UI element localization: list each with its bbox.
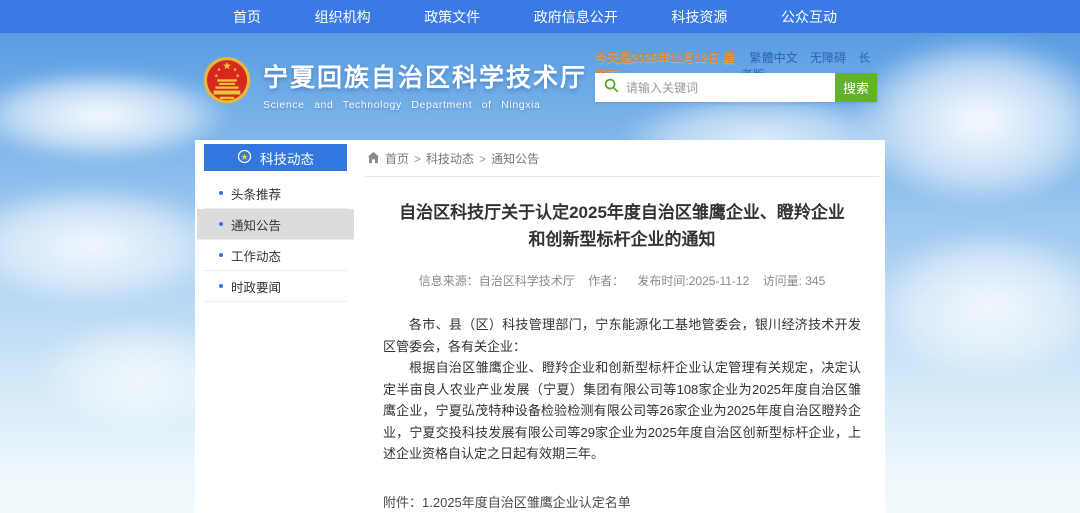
- search-box: [595, 73, 835, 102]
- article-paragraph: 根据自治区雏鹰企业、瞪羚企业和创新型标杆企业认定管理有关规定，决定认定半亩良人农…: [383, 357, 861, 465]
- article-meta: 信息来源：自治区科学技术厅 作者： 发布时间:2025-11-12 访问量: 3…: [383, 272, 861, 289]
- bullet-dot-icon: [219, 284, 223, 288]
- nav-item-interaction[interactable]: 公众互动: [781, 7, 837, 27]
- bullet-dot-icon: [219, 222, 223, 226]
- article-paragraph: 各市、县（区）科技管理部门，宁东能源化工基地管委会，银川经济技术开发区管委会，各…: [383, 314, 861, 357]
- home-icon: [367, 151, 380, 167]
- article-body: 各市、县（区）科技管理部门，宁东能源化工基地管委会，银川经济技术开发区管委会，各…: [383, 314, 861, 465]
- content-area: 首页 > 科技动态 > 通知公告 自治区科技厅关于认定2025年度自治区雏鹰企业…: [365, 140, 879, 513]
- sidebar-item-label: 工作动态: [231, 246, 281, 265]
- sidebar-item-current-affairs[interactable]: 时政要闻: [204, 271, 347, 302]
- nav-item-policy[interactable]: 政策文件: [424, 7, 480, 27]
- article-title-line1: 自治区科技厅关于认定2025年度自治区雏鹰企业、瞪羚企业: [383, 199, 861, 226]
- attachments-block: 附件： 1.2025年度自治区雏鹰企业认定名单 2.2025年度自治区瞪羚企业认…: [383, 492, 861, 513]
- breadcrumb: 首页 > 科技动态 > 通知公告: [365, 140, 879, 177]
- search-icon: [604, 78, 619, 98]
- star-circle-icon: [237, 149, 252, 167]
- meta-visits: 访问量: 345: [763, 274, 826, 288]
- search-button[interactable]: 搜索: [835, 73, 877, 102]
- breadcrumb-separator: >: [479, 152, 486, 166]
- link-accessibility[interactable]: 无障碍: [810, 51, 846, 65]
- nav-item-gov-info[interactable]: 政府信息公开: [534, 7, 618, 27]
- article-title-line2: 和创新型标杆企业的通知: [383, 226, 861, 253]
- sidebar-header: 科技动态: [204, 144, 347, 171]
- link-traditional-chinese[interactable]: 繁體中文: [750, 51, 798, 65]
- sidebar-item-label: 通知公告: [231, 215, 281, 234]
- national-emblem-logo: [202, 55, 252, 114]
- attachments-label: 附件：: [383, 492, 422, 513]
- meta-source: 信息来源：自治区科学技术厅: [419, 274, 575, 288]
- search-bar: 搜索: [595, 73, 877, 102]
- breadcrumb-tech-news[interactable]: 科技动态: [426, 150, 474, 167]
- breadcrumb-home[interactable]: 首页: [385, 150, 409, 167]
- site-title: 宁夏回族自治区科学技术厅: [263, 58, 587, 94]
- main-content-card: 科技动态 头条推荐 通知公告 工作动态 时政要闻: [195, 140, 885, 513]
- sidebar-item-work-updates[interactable]: 工作动态: [204, 240, 347, 271]
- cloud-decoration: [870, 230, 1080, 380]
- top-navigation-bar: 首页 组织机构 政策文件 政府信息公开 科技资源 公众互动: [0, 0, 1080, 33]
- meta-publish-time: 发布时间:2025-11-12: [637, 274, 749, 288]
- attachment-link-1[interactable]: 1.2025年度自治区雏鹰企业认定名单: [422, 492, 670, 513]
- nav-item-home[interactable]: 首页: [233, 7, 261, 27]
- breadcrumb-notices[interactable]: 通知公告: [491, 150, 539, 167]
- article-title: 自治区科技厅关于认定2025年度自治区雏鹰企业、瞪羚企业 和创新型标杆企业的通知: [383, 199, 861, 253]
- sidebar-item-label: 头条推荐: [231, 184, 281, 203]
- meta-author: 作者：: [588, 274, 624, 288]
- sidebar-title: 科技动态: [260, 148, 314, 168]
- bullet-dot-icon: [219, 253, 223, 257]
- sidebar-item-label: 时政要闻: [231, 277, 281, 296]
- article: 自治区科技厅关于认定2025年度自治区雏鹰企业、瞪羚企业 和创新型标杆企业的通知…: [365, 199, 879, 513]
- bullet-dot-icon: [219, 191, 223, 195]
- sidebar-item-notices[interactable]: 通知公告: [197, 209, 354, 240]
- nav-item-resources[interactable]: 科技资源: [671, 7, 727, 27]
- sidebar: 科技动态 头条推荐 通知公告 工作动态 时政要闻: [204, 144, 347, 302]
- site-subtitle: Science and Technology Department of Nin…: [263, 99, 587, 111]
- search-input[interactable]: [626, 81, 826, 95]
- site-header[interactable]: 宁夏回族自治区科学技术厅 Science and Technology Depa…: [202, 55, 587, 114]
- nav-item-organization[interactable]: 组织机构: [315, 7, 371, 27]
- sidebar-item-headlines[interactable]: 头条推荐: [204, 178, 347, 209]
- breadcrumb-separator: >: [414, 152, 421, 166]
